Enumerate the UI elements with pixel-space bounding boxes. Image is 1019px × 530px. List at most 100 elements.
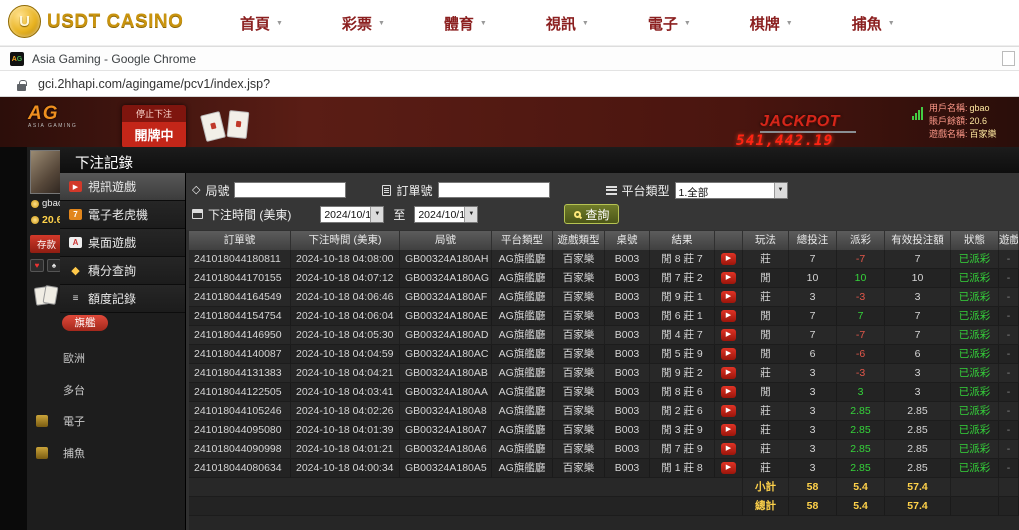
hall-item[interactable]: 捕魚 bbox=[36, 446, 153, 459]
empty-cell bbox=[189, 497, 743, 516]
replay-button[interactable]: ▶ bbox=[721, 348, 736, 360]
cell-payout: 2.85 bbox=[837, 440, 885, 459]
table-header-cell: 下注時間 (美東) bbox=[291, 231, 400, 250]
table-body: 2410180441808112024-10-18 04:08:00GB0032… bbox=[189, 250, 1019, 478]
replay-button[interactable]: ▶ bbox=[721, 329, 736, 341]
cell-table-no: B003 bbox=[605, 345, 650, 364]
menu-item-label: 視訊遊戲 bbox=[88, 178, 136, 195]
cell-platform: AG旗艦廳 bbox=[492, 459, 553, 478]
order-number-input[interactable] bbox=[438, 182, 550, 198]
replay-button[interactable]: ▶ bbox=[721, 386, 736, 398]
page-left-edge bbox=[0, 147, 27, 530]
modal-menu-item[interactable]: A桌面遊戲 bbox=[60, 229, 185, 257]
jackpot-label: JACKPOT bbox=[760, 113, 856, 133]
platform-type-select[interactable]: 1.全部 ▼ bbox=[675, 182, 788, 199]
cell-total-bet: 3 bbox=[789, 288, 837, 307]
replay-button[interactable]: ▶ bbox=[721, 253, 736, 265]
date-to-input[interactable]: 2024/10/18 ▼ bbox=[414, 206, 478, 223]
cell-platform: AG旗艦廳 bbox=[492, 288, 553, 307]
cell-result: 閒 4 莊 7 bbox=[650, 326, 715, 345]
cell-extra: - bbox=[999, 269, 1019, 288]
date-from-input[interactable]: 2024/10/18 ▼ bbox=[320, 206, 384, 223]
top-nav-item[interactable]: 視訊▼ bbox=[546, 13, 589, 34]
modal-menu-item[interactable]: ◆積分查詢 bbox=[60, 257, 185, 285]
cell-payout: -6 bbox=[837, 345, 885, 364]
cell-table-no: B003 bbox=[605, 402, 650, 421]
platform-filter-group: 平台類型 1.全部 ▼ bbox=[606, 182, 788, 199]
top-nav-item[interactable]: 捕魚▼ bbox=[852, 13, 895, 34]
top-nav-item[interactable]: 棋牌▼ bbox=[750, 13, 793, 34]
round-number-input[interactable] bbox=[234, 182, 346, 198]
hall-item[interactable]: 旗艦 bbox=[62, 315, 108, 331]
to-label: 至 bbox=[393, 206, 405, 223]
hall-item[interactable]: 歐洲 bbox=[63, 350, 153, 363]
nav-item-label: 電子 bbox=[648, 13, 678, 34]
chevron-down-icon: ▼ bbox=[276, 20, 283, 27]
replay-button[interactable]: ▶ bbox=[721, 367, 736, 379]
deposit-button[interactable]: 存款 bbox=[30, 235, 63, 253]
table-total-row: 總計 58 5.4 57.4 bbox=[189, 497, 1019, 516]
search-button[interactable]: 查詢 bbox=[564, 204, 619, 224]
replay-button[interactable]: ▶ bbox=[721, 405, 736, 417]
top-nav-item[interactable]: 彩票▼ bbox=[342, 13, 385, 34]
window-control-button[interactable] bbox=[1002, 51, 1015, 66]
table-row: 2410180440950802024-10-18 04:01:39GB0032… bbox=[189, 421, 1019, 440]
modal-menu: ▶視訊遊戲7電子老虎機A桌面遊戲◆積分查詢≡額度記錄 bbox=[60, 173, 185, 313]
cell-round-id: GB00324A180AA bbox=[400, 383, 492, 402]
cell-total-bet: 3 bbox=[789, 383, 837, 402]
heart-suit-icon[interactable]: ♥ bbox=[30, 259, 44, 272]
replay-button[interactable]: ▶ bbox=[721, 291, 736, 303]
cell-total-bet: 3 bbox=[789, 440, 837, 459]
cell-result: 閒 3 莊 9 bbox=[650, 421, 715, 440]
replay-button[interactable]: ▶ bbox=[721, 443, 736, 455]
top-nav-item[interactable]: 體育▼ bbox=[444, 13, 487, 34]
modal-menu-item[interactable]: ▶視訊遊戲 bbox=[60, 173, 185, 201]
user-info-label: 用戶名稱: bbox=[929, 103, 968, 113]
cell-replay: ▶ bbox=[715, 364, 743, 383]
credit-record-icon: ≡ bbox=[69, 293, 82, 304]
replay-button[interactable]: ▶ bbox=[721, 310, 736, 322]
cell-replay: ▶ bbox=[715, 288, 743, 307]
cell-bet-time: 2024-10-18 04:06:04 bbox=[291, 307, 400, 326]
top-nav-item[interactable]: 電子▼ bbox=[648, 13, 691, 34]
hall-item[interactable]: 電子 bbox=[36, 414, 153, 427]
cell-side: 閒 bbox=[743, 307, 789, 326]
cell-side: 莊 bbox=[743, 288, 789, 307]
empty-cell bbox=[999, 478, 1019, 497]
cell-round-id: GB00324A180A7 bbox=[400, 421, 492, 440]
replay-button[interactable]: ▶ bbox=[721, 424, 736, 436]
replay-button[interactable]: ▶ bbox=[721, 272, 736, 284]
cell-extra: - bbox=[999, 459, 1019, 478]
window-titlebar[interactable]: AG Asia Gaming - Google Chrome bbox=[0, 46, 1019, 71]
round-filter-group: ◇ 局號 bbox=[192, 182, 346, 199]
cell-platform: AG旗艦廳 bbox=[492, 364, 553, 383]
round-number-label: 局號 bbox=[205, 182, 229, 199]
hall-item-label: 多台 bbox=[63, 385, 85, 397]
cell-game-type: 百家樂 bbox=[553, 383, 605, 402]
cell-game-type: 百家樂 bbox=[553, 402, 605, 421]
cell-game-type: 百家樂 bbox=[553, 459, 605, 478]
ag-logo: AG ASIA GAMING bbox=[28, 104, 77, 129]
records-table: 訂單號下注時間 (美東)局號平台類型遊戲類型桌號結果玩法總投注派彩有效投注額狀態… bbox=[189, 231, 1019, 530]
replay-button[interactable]: ▶ bbox=[721, 462, 736, 474]
cell-replay: ▶ bbox=[715, 383, 743, 402]
hall-item[interactable]: 多台 bbox=[63, 382, 153, 395]
cell-side: 莊 bbox=[743, 440, 789, 459]
cell-order-id: 241018044164549 bbox=[189, 288, 291, 307]
cell-valid-bet: 2.85 bbox=[885, 421, 951, 440]
lock-icon bbox=[17, 84, 26, 91]
user-info-value: 20.6 bbox=[970, 116, 988, 126]
game-header-strip: AG ASIA GAMING 停止下注 開牌中 JACKPOT 541,442.… bbox=[0, 97, 1019, 147]
top-nav-item[interactable]: 首頁▼ bbox=[240, 13, 283, 34]
platform-type-icon bbox=[606, 186, 617, 195]
cell-replay: ▶ bbox=[715, 421, 743, 440]
modal-menu-item[interactable]: ≡額度記錄 bbox=[60, 285, 185, 313]
modal-menu-item[interactable]: 7電子老虎機 bbox=[60, 201, 185, 229]
spade-suit-icon[interactable]: ♠ bbox=[47, 259, 61, 272]
table-row: 2410180441469502024-10-18 04:05:30GB0032… bbox=[189, 326, 1019, 345]
brand-logo[interactable]: U USDT CASINO bbox=[8, 5, 183, 38]
cell-result: 閒 7 莊 2 bbox=[650, 269, 715, 288]
cell-bet-time: 2024-10-18 04:04:21 bbox=[291, 364, 400, 383]
table-header-cell bbox=[715, 231, 743, 250]
address-bar[interactable]: gci.2hhapi.com/agingame/pcv1/index.jsp? bbox=[0, 71, 1019, 97]
